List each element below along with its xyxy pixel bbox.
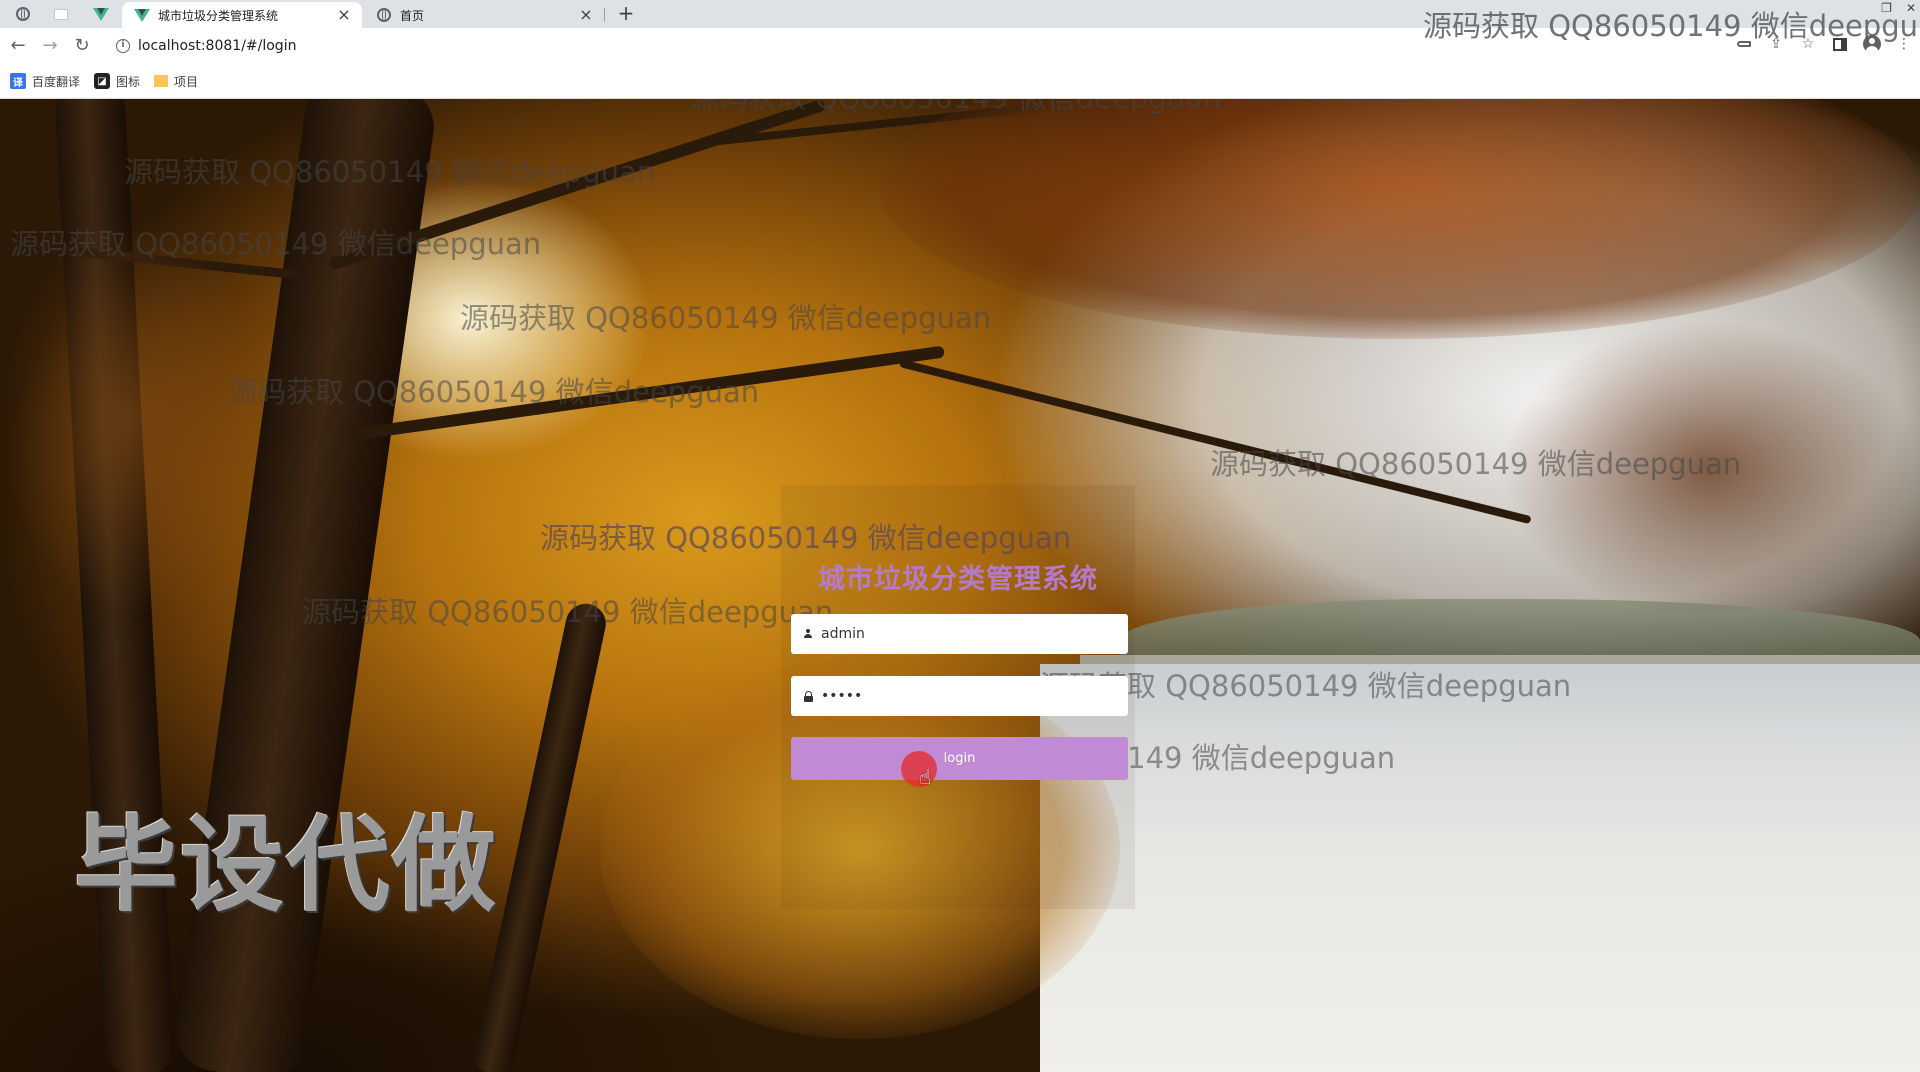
big-watermark: 毕设代做	[74, 804, 499, 926]
login-page: 源码获取 QQ86050149 微信deepguan 源码获取 QQ860501…	[0, 99, 1920, 1072]
bookmark-projects[interactable]: 项目	[154, 73, 198, 90]
close-tab-icon[interactable]: ×	[336, 7, 352, 23]
new-tab-button[interactable]: +	[614, 2, 638, 26]
tab-label: 首页	[400, 8, 425, 23]
tree-branch	[349, 345, 945, 441]
bookmark-label: 百度翻译	[32, 74, 81, 89]
hand-cursor-icon: ☝	[919, 765, 932, 789]
username-input[interactable]	[821, 626, 1121, 642]
password-field[interactable]	[791, 676, 1128, 716]
folder-icon	[154, 75, 169, 87]
user-icon	[804, 629, 812, 639]
baidu-translate-icon: 译	[10, 73, 26, 89]
reload-icon[interactable]: ↻	[70, 34, 94, 58]
vue-logo-icon	[93, 7, 109, 21]
globe-icon	[377, 8, 391, 22]
foliage	[1500, 319, 1920, 619]
bookmark-icons[interactable]: ◪ 图标	[94, 73, 140, 90]
vue-logo-icon	[134, 8, 150, 22]
back-icon[interactable]: ←	[6, 34, 30, 58]
site-info-icon[interactable]: i	[116, 39, 130, 53]
username-field[interactable]	[791, 614, 1128, 654]
restore-window-icon[interactable]: ❐	[1881, 1, 1892, 15]
password-input[interactable]	[821, 688, 1121, 704]
background-lake	[1040, 664, 1920, 1072]
tab-label: 城市垃圾分类管理系统	[158, 8, 279, 23]
login-title: 城市垃圾分类管理系统	[818, 564, 1098, 595]
login-card: 城市垃圾分类管理系统 login ☝	[781, 485, 1135, 909]
bookmarks-bar: 译 百度翻译 ◪ 图标 项目	[0, 64, 1920, 99]
foliage	[880, 99, 1920, 339]
pinned-tab-vue[interactable]	[84, 2, 118, 26]
bookmark-label: 图标	[116, 74, 141, 89]
watermark: 源码获取 QQ86050149 微信deepguan	[460, 301, 992, 335]
window-controls: ❐ ✕	[1881, 1, 1916, 15]
tab-garbage-system[interactable]: 城市垃圾分类管理系统 ×	[122, 2, 362, 28]
close-window-icon[interactable]: ✕	[1906, 1, 1916, 15]
globe-icon	[16, 7, 30, 21]
pinned-tab-blank[interactable]	[44, 2, 78, 26]
login-button[interactable]: login	[791, 737, 1128, 780]
forward-icon[interactable]: →	[38, 34, 62, 58]
close-tab-icon[interactable]: ×	[578, 7, 594, 23]
tab-divider	[604, 8, 605, 22]
tab-home[interactable]: 首页 ×	[364, 2, 604, 28]
icons-bookmark-icon: ◪	[94, 73, 111, 89]
pinned-tab-globe[interactable]	[6, 2, 40, 26]
lock-icon	[803, 690, 813, 702]
bookmark-baidu-translate[interactable]: 译 百度翻译	[10, 73, 80, 90]
address-url[interactable]: localhost:8081/#/login	[138, 38, 296, 54]
bookmark-label: 项目	[174, 74, 199, 89]
watermark-top: 源码获取 QQ86050149 微信deepgu	[1423, 9, 1918, 43]
foliage	[0, 219, 260, 619]
blank-page-icon	[54, 8, 68, 20]
